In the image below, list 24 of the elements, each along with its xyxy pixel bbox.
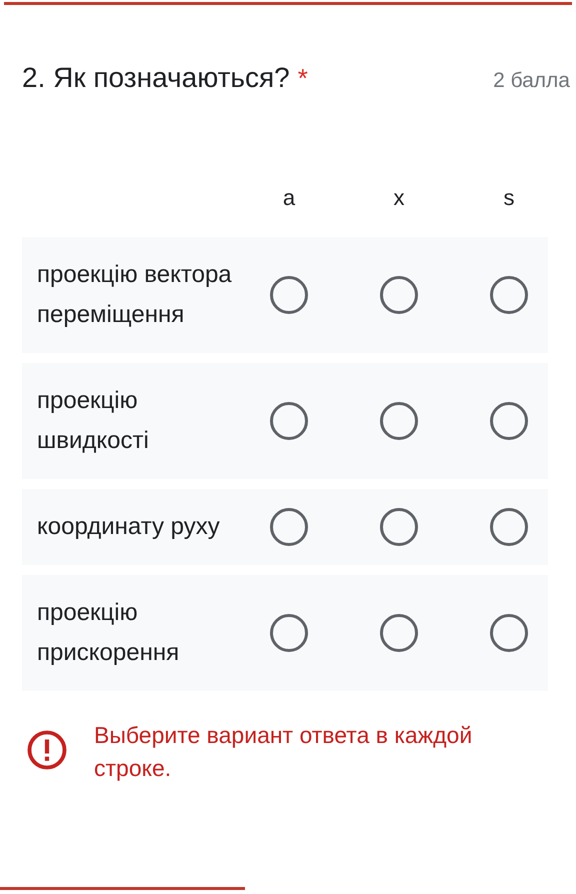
question-title: 2. Як позначаються? [22,61,290,95]
row-label: координату руху [36,512,221,542]
radio-button[interactable] [380,402,418,440]
radio-button[interactable] [380,276,418,314]
points-label: 2 балла [493,68,570,94]
radio-button[interactable] [380,614,418,652]
radio-button[interactable] [380,508,418,546]
error-message: Выберите вариант ответа в каждой строке. [94,721,474,783]
radio-button[interactable] [270,402,308,440]
column-header: a [282,184,296,212]
radio-button[interactable] [270,508,308,546]
radio-button[interactable] [490,402,528,440]
column-header: s [504,184,514,212]
radio-button[interactable] [490,276,528,314]
row-label: проекцію швидкості [36,386,150,456]
radio-button[interactable] [270,614,308,652]
radio-button[interactable] [270,276,308,314]
radio-button[interactable] [490,614,528,652]
row-label: проекцію прискорення [36,598,180,668]
radio-button[interactable] [490,508,528,546]
column-header: x [394,184,404,212]
error-icon [26,729,68,771]
row-label: проекцію вектора переміщення [36,260,233,330]
required-mark: * [298,62,308,95]
